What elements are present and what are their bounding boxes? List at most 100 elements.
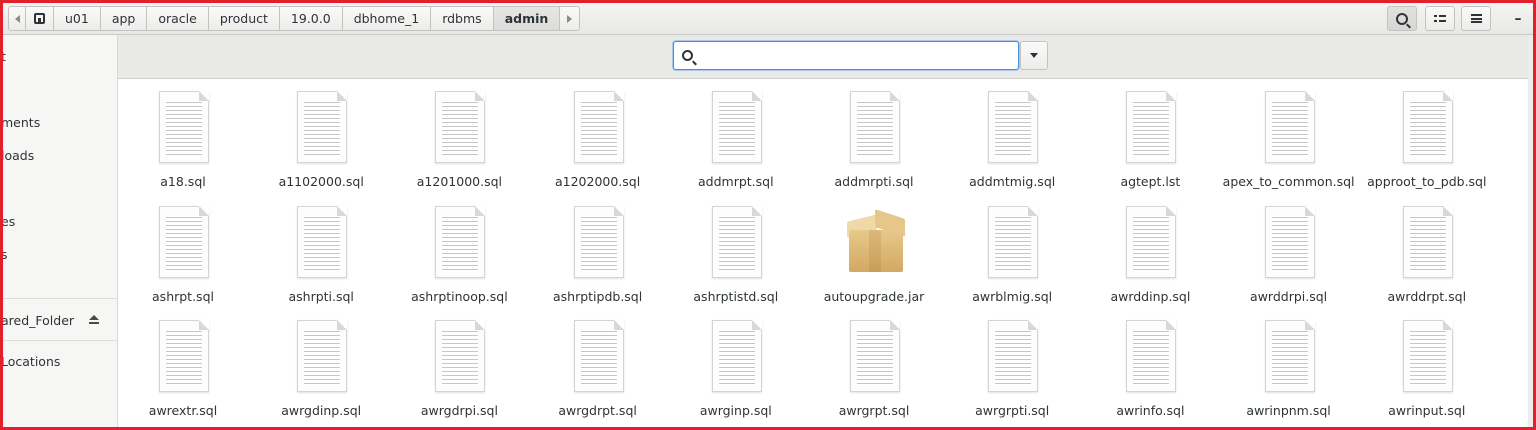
- text-file-icon: [435, 205, 486, 278]
- minimize-button[interactable]: –: [1503, 6, 1533, 31]
- file-item[interactable]: awrginp.sql: [671, 308, 801, 422]
- text-file-icon: [573, 91, 624, 163]
- text-file-icon: [573, 320, 624, 392]
- file-name: ashrpt.sql: [152, 288, 214, 304]
- menu-button[interactable]: [1461, 6, 1491, 31]
- file-item[interactable]: a1202000.sql: [533, 79, 663, 193]
- file-name: ashrptinoop.sql: [411, 288, 508, 304]
- search-options-dropdown[interactable]: [1020, 41, 1048, 70]
- text-file-icon: [988, 320, 1039, 392]
- path-crumb-root[interactable]: [26, 6, 54, 31]
- file-item[interactable]: a1201000.sql: [394, 79, 524, 193]
- file-item[interactable]: addmrpti.sql: [809, 79, 939, 193]
- text-file-icon: [435, 91, 486, 163]
- search-field[interactable]: [673, 41, 1019, 70]
- file-item[interactable]: awrddinp.sql: [1085, 194, 1215, 308]
- sidebar-item[interactable]: es: [3, 214, 15, 229]
- file-item[interactable]: awrgdrpi.sql: [394, 308, 524, 422]
- file-item[interactable]: awrextr.sql: [118, 308, 248, 422]
- path-back-button[interactable]: [8, 6, 26, 31]
- search-toggle-button[interactable]: [1387, 6, 1417, 31]
- path-crumb[interactable]: dbhome_1: [342, 6, 432, 31]
- hamburger-menu-icon: [1470, 14, 1482, 23]
- file-name: awrginp.sql: [699, 403, 772, 418]
- text-file-icon: [1264, 205, 1315, 278]
- scrollbar[interactable]: [1528, 35, 1533, 427]
- file-item[interactable]: a1102000.sql: [256, 79, 386, 193]
- text-file-icon: [1126, 91, 1177, 163]
- text-file-icon: [297, 91, 348, 163]
- path-crumb[interactable]: oracle: [147, 6, 209, 31]
- text-file-icon: [711, 205, 762, 278]
- search-input[interactable]: [702, 45, 1006, 67]
- file-item[interactable]: awrinfo.sql: [1085, 308, 1215, 422]
- file-name: awrinpnm.sql: [1246, 403, 1331, 418]
- sidebar-item[interactable]: s: [3, 247, 8, 262]
- file-name: a1201000.sql: [416, 174, 502, 189]
- path-crumb[interactable]: u01: [54, 6, 101, 31]
- chevron-left-icon: [14, 14, 20, 23]
- file-name: approot_to_pdb.sql: [1367, 174, 1487, 189]
- file-name: addmtmig.sql: [969, 174, 1056, 189]
- text-file-icon: [1264, 320, 1315, 392]
- file-item[interactable]: awrgrpti.sql: [947, 308, 1077, 422]
- path-crumb[interactable]: 19.0.0: [279, 6, 343, 31]
- text-file-icon: [1402, 91, 1453, 163]
- file-item[interactable]: addmrpt.sql: [671, 79, 801, 193]
- text-file-icon: [297, 205, 348, 278]
- file-item[interactable]: autoupgrade.jar: [809, 194, 939, 308]
- file-name: ashrpti.sql: [288, 288, 354, 304]
- header-bar: u01 app oracle product 19.0.0 dbhome_1 r…: [3, 3, 1533, 35]
- file-name: awrgrpt.sql: [838, 403, 910, 418]
- text-file-icon: [159, 205, 209, 278]
- sidebar-item-documents[interactable]: ments: [3, 115, 40, 130]
- view-options-button[interactable]: [1425, 6, 1455, 31]
- file-item[interactable]: awrgdinp.sql: [256, 308, 386, 422]
- file-item[interactable]: awrblmig.sql: [947, 194, 1077, 308]
- sidebar-item[interactable]: t: [3, 49, 6, 64]
- file-item[interactable]: awrgdrpt.sql: [533, 308, 663, 422]
- text-file-icon: [850, 91, 900, 163]
- file-item[interactable]: agtept.lst: [1085, 79, 1215, 193]
- file-item[interactable]: awrddrpi.sql: [1224, 194, 1354, 308]
- file-item[interactable]: ashrptipdb.sql: [533, 194, 663, 308]
- file-item[interactable]: ashrptinoop.sql: [394, 194, 524, 308]
- file-item[interactable]: ashrpt.sql: [118, 194, 248, 308]
- file-item[interactable]: a18.sql: [118, 79, 248, 193]
- path-crumb[interactable]: product: [208, 6, 280, 31]
- file-item[interactable]: addmtmig.sql: [947, 79, 1077, 193]
- file-name: addmrpt.sql: [698, 174, 774, 189]
- file-name: awrinput.sql: [1388, 403, 1466, 418]
- file-name: awrgrpti.sql: [975, 403, 1050, 418]
- file-name: ashrptipdb.sql: [552, 288, 643, 304]
- path-crumb[interactable]: app: [100, 6, 148, 31]
- sidebar-item-other-locations[interactable]: Locations: [3, 354, 60, 369]
- sidebar-item-downloads[interactable]: loads: [3, 148, 34, 163]
- eject-icon[interactable]: [89, 315, 99, 324]
- file-grid: a18.sql a1102000.sql a1201000.sql a1202000.…: [118, 79, 1530, 427]
- text-file-icon: [988, 205, 1039, 278]
- file-item[interactable]: ashrptistd.sql: [671, 194, 801, 308]
- path-crumb-current[interactable]: admin: [493, 6, 561, 31]
- path-crumb[interactable]: rdbms: [431, 6, 494, 31]
- sidebar-separator: [3, 298, 117, 299]
- file-item[interactable]: awrgrpt.sql: [809, 308, 939, 422]
- file-name: awrddinp.sql: [1110, 288, 1191, 304]
- file-name: a1102000.sql: [278, 174, 364, 189]
- path-forward-button[interactable]: [560, 6, 581, 31]
- file-item[interactable]: apex_to_common.sql: [1223, 79, 1355, 193]
- text-file-icon: [573, 205, 624, 278]
- file-name: awrddrpt.sql: [1387, 288, 1467, 304]
- chevron-down-icon: [1030, 53, 1038, 58]
- file-item[interactable]: approot_to_pdb.sql: [1362, 79, 1492, 193]
- path-bar: u01 app oracle product 19.0.0 dbhome_1 r…: [8, 6, 581, 31]
- text-file-icon: [159, 320, 209, 392]
- file-item[interactable]: ashrpti.sql: [256, 194, 386, 308]
- text-file-icon: [711, 91, 762, 163]
- file-item[interactable]: awrinpnm.sql: [1224, 308, 1354, 422]
- text-file-icon: [435, 320, 486, 392]
- sidebar-item-shared-folder[interactable]: ared_Folder: [3, 313, 74, 328]
- file-item[interactable]: awrddrpt.sql: [1362, 194, 1492, 308]
- file-item[interactable]: awrinput.sql: [1362, 308, 1492, 422]
- text-file-icon: [1402, 205, 1453, 278]
